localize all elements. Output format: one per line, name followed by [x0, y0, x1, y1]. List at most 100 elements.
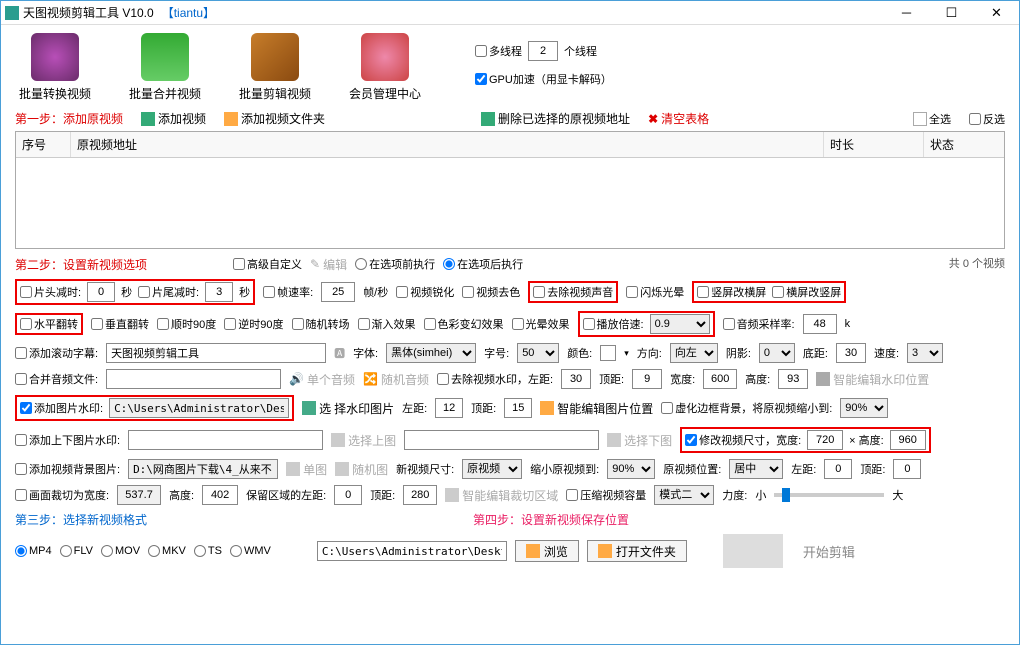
color-picker[interactable]	[600, 345, 616, 361]
before-radio[interactable]: 在选项前执行	[355, 256, 435, 272]
colorshift-checkbox[interactable]: 色彩变幻效果	[424, 316, 504, 332]
mp4-radio[interactable]: MP4	[15, 545, 52, 557]
smart-wm-button[interactable]: 智能编辑水印位置	[816, 371, 929, 388]
keep-top-input[interactable]	[403, 485, 437, 505]
add-wm-checkbox[interactable]: 添加图片水印:	[20, 400, 103, 416]
res-h-input[interactable]	[890, 430, 926, 450]
add-folder-button[interactable]: 添加视频文件夹	[224, 110, 325, 127]
shadow-select[interactable]: 0	[759, 343, 795, 363]
crop-checkbox[interactable]: 画面裁切为宽度:	[15, 487, 109, 503]
samplerate-input[interactable]	[803, 314, 837, 334]
pos-left-input[interactable]	[824, 459, 852, 479]
speed-select[interactable]: 0.9	[650, 314, 710, 334]
merge-audio-checkbox[interactable]: 合并音频文件:	[15, 371, 98, 387]
save-path-input[interactable]	[317, 541, 507, 561]
mov-radio[interactable]: MOV	[101, 545, 140, 557]
h2v-checkbox[interactable]: 横屏改竖屏	[772, 284, 841, 300]
flv-radio[interactable]: FLV	[60, 545, 93, 557]
subtitle-input[interactable]	[106, 343, 326, 363]
threads-input[interactable]	[528, 41, 558, 61]
flash-checkbox[interactable]: 闪烁光晕	[626, 284, 684, 300]
wm2-top-input[interactable]	[504, 398, 532, 418]
font-select[interactable]: 黑体(simhei)	[386, 343, 476, 363]
compress-checkbox[interactable]: 压缩视频容量	[566, 487, 646, 503]
mkv-radio[interactable]: MKV	[148, 545, 186, 557]
ccw90-checkbox[interactable]: 逆时90度	[224, 316, 283, 332]
multithread-checkbox[interactable]: 多线程	[475, 43, 522, 59]
add-video-button[interactable]: 添加视频	[141, 110, 206, 127]
glow-checkbox[interactable]: 光晕效果	[512, 316, 570, 332]
close-button[interactable]: ✕	[974, 1, 1019, 25]
random-checkbox[interactable]: 随机转场	[292, 316, 350, 332]
samplerate-checkbox[interactable]: 音频采样率:	[723, 316, 795, 332]
smart-crop-button[interactable]: 智能编辑裁切区域	[445, 487, 558, 504]
bottom-input[interactable]	[836, 343, 866, 363]
after-radio[interactable]: 在选项后执行	[443, 256, 523, 272]
remove-audio-checkbox[interactable]: 去除视频声音	[533, 284, 613, 300]
select-top-button[interactable]: 选择上图	[331, 432, 396, 449]
wmv-radio[interactable]: WMV	[230, 545, 271, 557]
res-w-input[interactable]	[807, 430, 843, 450]
v2h-checkbox[interactable]: 竖屏改横屏	[697, 284, 766, 300]
top-img-input[interactable]	[128, 430, 323, 450]
single-img-button[interactable]: 单图	[286, 461, 327, 478]
hflip-checkbox[interactable]: 水平翻转	[20, 316, 78, 332]
wm-left-input[interactable]	[561, 369, 591, 389]
dir-select[interactable]: 向左	[670, 343, 718, 363]
add-bg-checkbox[interactable]: 添加视频背景图片:	[15, 461, 120, 477]
add-tb-checkbox[interactable]: 添加上下图片水印:	[15, 432, 120, 448]
wm2-left-input[interactable]	[435, 398, 463, 418]
batch-edit-button[interactable]: 批量剪辑视频	[235, 33, 315, 102]
gpu-checkbox[interactable]: GPU加速（用显卡解码）	[475, 71, 612, 87]
fps-checkbox[interactable]: 帧速率:	[263, 284, 313, 300]
head-cut-input[interactable]	[87, 282, 115, 302]
fadein-checkbox[interactable]: 渐入效果	[358, 316, 416, 332]
orig-pos-select[interactable]: 居中	[729, 459, 783, 479]
member-center-button[interactable]: 会员管理中心	[345, 33, 425, 102]
clear-table-button[interactable]: ✖清空表格	[648, 110, 709, 127]
remove-wm-checkbox[interactable]: 去除视频水印，左距:	[437, 371, 553, 387]
audio-path-input[interactable]	[106, 369, 281, 389]
start-button-icon[interactable]	[723, 534, 783, 568]
subtitle-checkbox[interactable]: 添加滚动字幕:	[15, 345, 98, 361]
strength-slider[interactable]	[774, 493, 884, 497]
crop-w-input[interactable]	[117, 485, 161, 505]
delete-selected-button[interactable]: 删除已选择的原视频地址	[481, 110, 630, 127]
cw90-checkbox[interactable]: 顺时90度	[157, 316, 216, 332]
select-wm-button[interactable]: 选择水印图片	[302, 400, 394, 417]
batch-merge-button[interactable]: 批量合并视频	[125, 33, 205, 102]
wm-path-input[interactable]	[109, 398, 289, 418]
grid-body[interactable]	[16, 158, 1004, 248]
wm-h-input[interactable]	[778, 369, 808, 389]
fps-input[interactable]	[321, 282, 355, 302]
maximize-button[interactable]: ☐	[929, 1, 974, 25]
fontsize-select[interactable]: 50	[517, 343, 559, 363]
keep-left-input[interactable]	[334, 485, 362, 505]
shrink-select[interactable]: 90%	[607, 459, 655, 479]
sharpen-checkbox[interactable]: 视频锐化	[396, 284, 454, 300]
blur-select[interactable]: 90%	[840, 398, 888, 418]
tail-cut-checkbox[interactable]: 片尾减时:	[138, 284, 199, 300]
random-audio-button[interactable]: 🔀随机音频	[363, 371, 429, 388]
speed-checkbox[interactable]: 播放倍速:	[583, 316, 644, 332]
compress-mode-select[interactable]: 模式二	[654, 485, 714, 505]
desat-checkbox[interactable]: 视频去色	[462, 284, 520, 300]
bot-img-input[interactable]	[404, 430, 599, 450]
speed2-select[interactable]: 3	[907, 343, 943, 363]
minimize-button[interactable]: ─	[884, 1, 929, 25]
wm-w-input[interactable]	[703, 369, 737, 389]
random-img-button[interactable]: 随机图	[335, 461, 388, 478]
crop-h-input[interactable]	[202, 485, 238, 505]
select-bot-button[interactable]: 选择下图	[607, 432, 672, 449]
blur-border-checkbox[interactable]: 虚化边框背景，将原视频缩小到:	[661, 400, 832, 416]
resize-checkbox[interactable]: 修改视频尺寸，宽度:	[685, 432, 801, 448]
select-all-checkbox[interactable]: 全选	[913, 111, 951, 127]
invert-checkbox[interactable]: 反选	[969, 111, 1005, 127]
batch-convert-button[interactable]: 批量转换视频	[15, 33, 95, 102]
ts-radio[interactable]: TS	[194, 545, 222, 557]
single-audio-button[interactable]: 🔊单个音频	[289, 371, 355, 388]
new-size-select[interactable]: 原视频	[462, 459, 522, 479]
browse-button[interactable]: 浏览	[515, 540, 579, 562]
vflip-checkbox[interactable]: 垂直翻转	[91, 316, 149, 332]
open-folder-button[interactable]: 打开文件夹	[587, 540, 687, 562]
